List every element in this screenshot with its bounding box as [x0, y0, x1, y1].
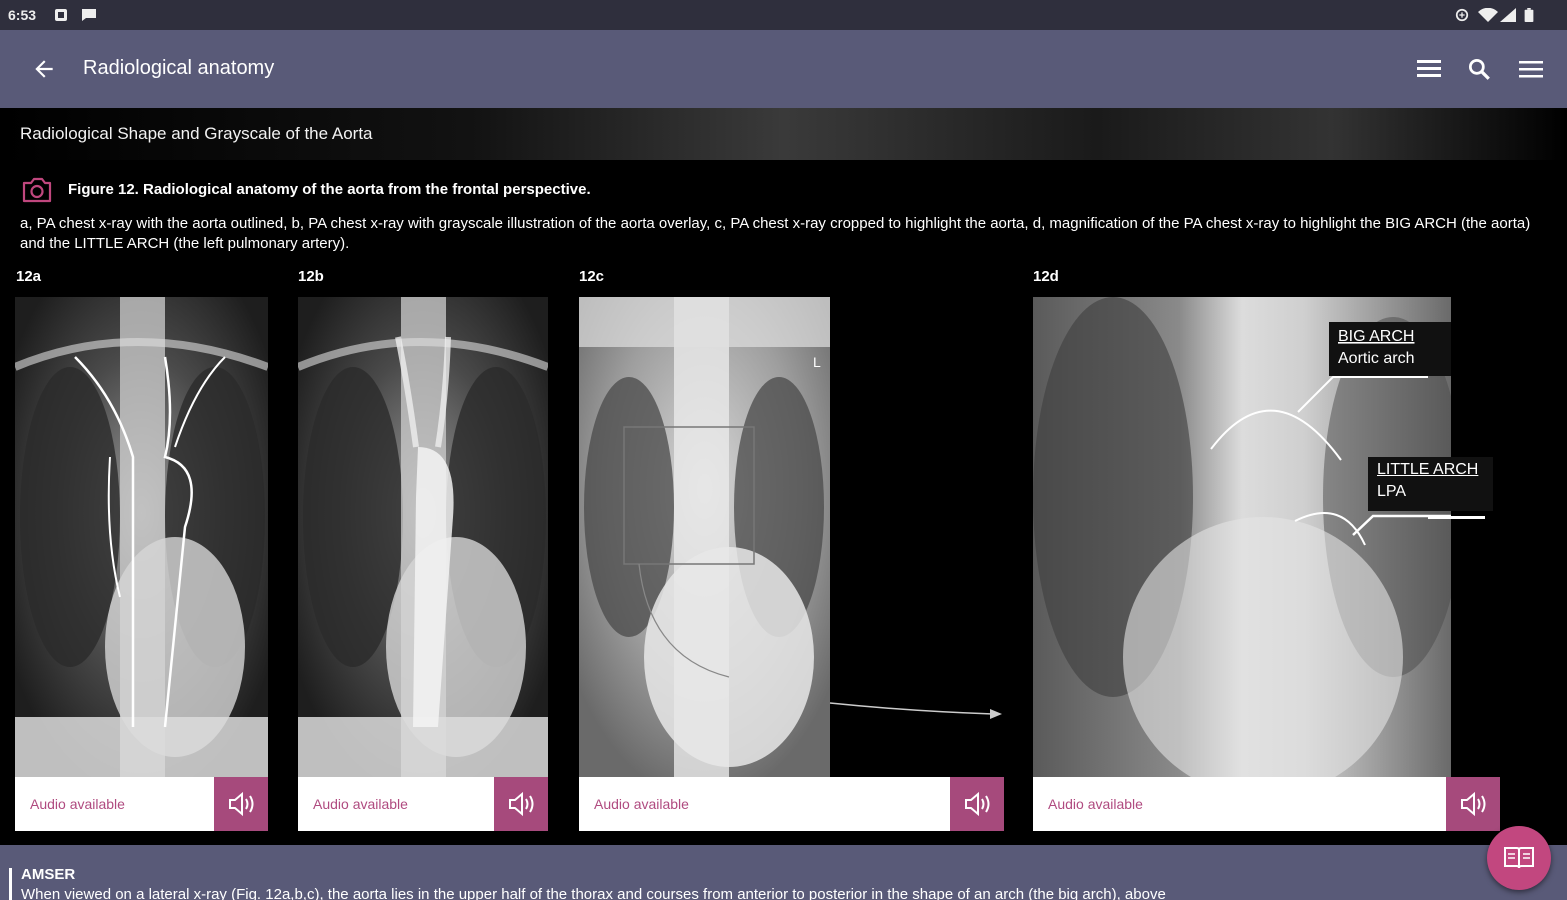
amser-label: AMSER: [21, 866, 76, 883]
audio-label: Audio available: [313, 796, 408, 812]
big-arch-subtitle: Aortic arch: [1338, 350, 1414, 367]
page-title: Radiological anatomy: [83, 57, 275, 79]
search-button[interactable]: [1462, 52, 1496, 86]
status-bar: 6:53: [0, 0, 1567, 30]
data-saver-icon: [1455, 8, 1469, 22]
speaker-icon: [509, 791, 534, 817]
speaker-icon: [229, 791, 254, 817]
book-icon: [1504, 847, 1534, 869]
contents-button[interactable]: [1412, 52, 1446, 86]
camera-icon[interactable]: [20, 176, 54, 204]
menu-icon: [1519, 61, 1543, 78]
notification-icon: [55, 9, 67, 21]
audio-bar-12b: Audio available: [298, 777, 548, 831]
audio-bar-12c: Audio available: [579, 777, 1004, 831]
play-audio-button[interactable]: [214, 777, 268, 831]
quote-bar: [9, 868, 12, 900]
search-icon: [1468, 58, 1490, 80]
book-fab-button[interactable]: [1487, 826, 1551, 890]
audio-bar-12d: Audio available: [1033, 777, 1500, 831]
connector-arrow: [829, 702, 1002, 719]
play-audio-button[interactable]: [950, 777, 1004, 831]
section-header: Radiological Shape and Grayscale of the …: [0, 108, 1567, 160]
xray-image-12d[interactable]: BIG ARCH Aortic arch: [1033, 297, 1451, 777]
xray-image-12a[interactable]: [15, 297, 268, 777]
section-title: Radiological Shape and Grayscale of the …: [20, 124, 373, 143]
back-button[interactable]: [27, 52, 61, 86]
audio-label: Audio available: [594, 796, 689, 812]
big-arch-title: BIG ARCH: [1338, 328, 1414, 345]
audio-label: Audio available: [30, 796, 125, 812]
panel-label-12a: 12a: [16, 268, 42, 285]
xray-image-12b[interactable]: [298, 297, 548, 777]
xray-image-12c[interactable]: L: [579, 297, 830, 777]
play-audio-button[interactable]: [1446, 777, 1500, 831]
little-arch-label: LITTLE ARCH LPA: [1369, 457, 1493, 511]
app-bar: Radiological anatomy: [0, 30, 1567, 108]
amser-body-text: When viewed on a lateral x-ray (Fig. 12a…: [21, 886, 1166, 900]
battery-icon: [1524, 8, 1534, 22]
panel-label-12b: 12b: [298, 268, 324, 285]
list-icon: [1417, 60, 1441, 77]
status-time: 6:53: [8, 7, 37, 23]
wifi-icon: [1478, 8, 1498, 22]
audio-bar-12a: Audio available: [15, 777, 268, 831]
little-arch-title: LITTLE ARCH: [1377, 461, 1479, 478]
panel-label-12d: 12d: [1033, 268, 1059, 285]
figure-title: Figure 12. Radiological anatomy of the a…: [68, 181, 591, 198]
little-arch-subtitle: LPA: [1377, 483, 1407, 500]
menu-button[interactable]: [1514, 52, 1548, 86]
panel-label-12c: 12c: [579, 268, 605, 285]
little-arch-leader: [1428, 516, 1485, 519]
back-arrow-icon: [35, 60, 53, 78]
play-audio-button[interactable]: [494, 777, 548, 831]
speaker-icon: [1461, 791, 1486, 817]
signal-icon: [1500, 8, 1516, 22]
side-marker: L: [813, 354, 821, 370]
chat-icon: [82, 9, 96, 21]
figure-description: a, PA chest x-ray with the aorta outline…: [20, 215, 1531, 252]
speaker-icon: [965, 791, 990, 817]
audio-label: Audio available: [1048, 796, 1143, 812]
